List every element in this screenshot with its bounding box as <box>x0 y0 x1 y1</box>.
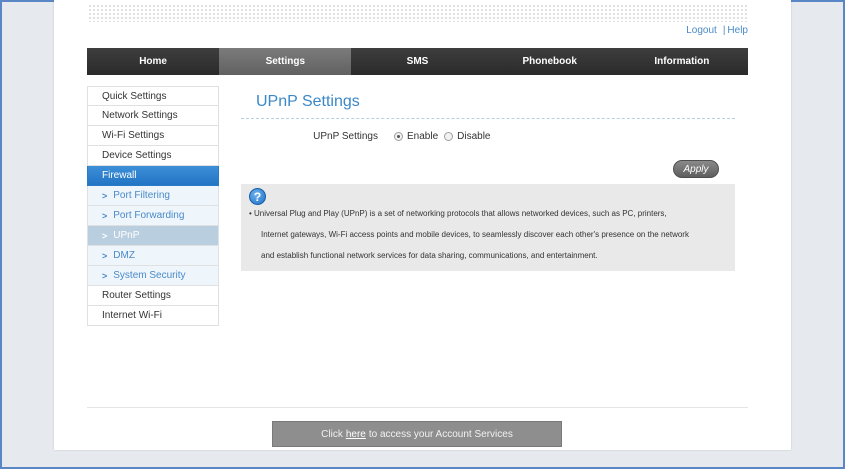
sidebar-item-wifi-settings[interactable]: Wi-Fi Settings <box>87 126 219 146</box>
disable-radio[interactable] <box>444 131 454 141</box>
help-box: ? • Universal Plug and Play (UPnP) is a … <box>241 184 735 271</box>
link-separator: | <box>722 25 726 36</box>
footer-suffix: to access your Account Services <box>368 428 513 440</box>
setting-label: UPnP Settings <box>313 130 378 142</box>
sidebar-subitem-label: Port Forwarding <box>113 210 185 221</box>
enable-radio[interactable] <box>394 131 403 141</box>
footer-divider <box>87 407 748 408</box>
header-pattern <box>88 4 748 22</box>
sidebar-subitem-system-security[interactable]: > System Security <box>87 266 219 286</box>
nav-phonebook[interactable]: Phonebook <box>484 48 616 75</box>
sidebar-subitem-label: Port Filtering <box>113 190 170 201</box>
upnp-setting-row: UPnP Settings Enable Disable <box>241 119 735 153</box>
apply-button[interactable]: Apply <box>673 160 719 178</box>
sidebar-item-firewall[interactable]: Firewall <box>87 166 219 186</box>
help-line: and establish functional network service… <box>261 251 598 260</box>
sidebar-item-quick-settings[interactable]: Quick Settings <box>87 86 219 106</box>
disable-label: Disable <box>457 130 491 142</box>
nav-settings[interactable]: Settings <box>219 48 352 75</box>
page: Logout | Help Home Settings SMS Phoneboo… <box>54 0 791 450</box>
help-link[interactable]: Help <box>727 25 748 36</box>
sidebar: Quick Settings Network Settings Wi-Fi Se… <box>87 86 219 326</box>
enable-label: Enable <box>407 130 439 142</box>
chevron-right-icon: > <box>102 230 108 241</box>
nav-home[interactable]: Home <box>87 48 219 75</box>
sidebar-subitem-port-filtering[interactable]: > Port Filtering <box>87 186 219 206</box>
nav-sms[interactable]: SMS <box>351 48 483 75</box>
chevron-right-icon: > <box>102 210 108 221</box>
enable-radio-option[interactable]: Enable <box>394 131 438 142</box>
chevron-right-icon: > <box>102 250 108 261</box>
sidebar-item-network-settings[interactable]: Network Settings <box>87 106 219 126</box>
page-title: UPnP Settings <box>256 93 360 110</box>
sidebar-item-internet-wifi[interactable]: Internet Wi-Fi <box>87 306 219 326</box>
sidebar-subitem-port-forwarding[interactable]: > Port Forwarding <box>87 206 219 226</box>
chevron-right-icon: > <box>102 190 108 201</box>
account-services-link[interactable]: here <box>346 429 366 440</box>
sidebar-subitem-dmz[interactable]: > DMZ <box>87 246 219 266</box>
sidebar-item-device-settings[interactable]: Device Settings <box>87 146 219 166</box>
chevron-right-icon: > <box>102 270 108 281</box>
sidebar-subitem-label: DMZ <box>113 250 135 261</box>
sidebar-subitem-upnp[interactable]: > UPnP <box>87 226 219 246</box>
disable-radio-option[interactable]: Disable <box>444 130 491 142</box>
help-line: Internet gateways, Wi-Fi access points a… <box>261 230 689 239</box>
account-services-banner: Click here to access your Account Servic… <box>272 421 562 447</box>
help-line: • Universal Plug and Play (UPnP) is a se… <box>249 209 667 218</box>
logout-link[interactable]: Logout <box>686 25 717 36</box>
footer-prefix: Click <box>321 428 343 440</box>
sidebar-subitem-label: UPnP <box>113 230 140 241</box>
sidebar-subitem-label: System Security <box>113 270 186 281</box>
sidebar-item-router-settings[interactable]: Router Settings <box>87 286 219 306</box>
main-nav: Home Settings SMS Phonebook Information <box>87 48 748 75</box>
main-content: UPnP Settings UPnP Settings Enable Disab… <box>241 86 735 271</box>
nav-information[interactable]: Information <box>616 48 748 75</box>
help-text: • Universal Plug and Play (UPnP) is a se… <box>249 203 735 266</box>
top-links: Logout | Help <box>686 25 748 36</box>
